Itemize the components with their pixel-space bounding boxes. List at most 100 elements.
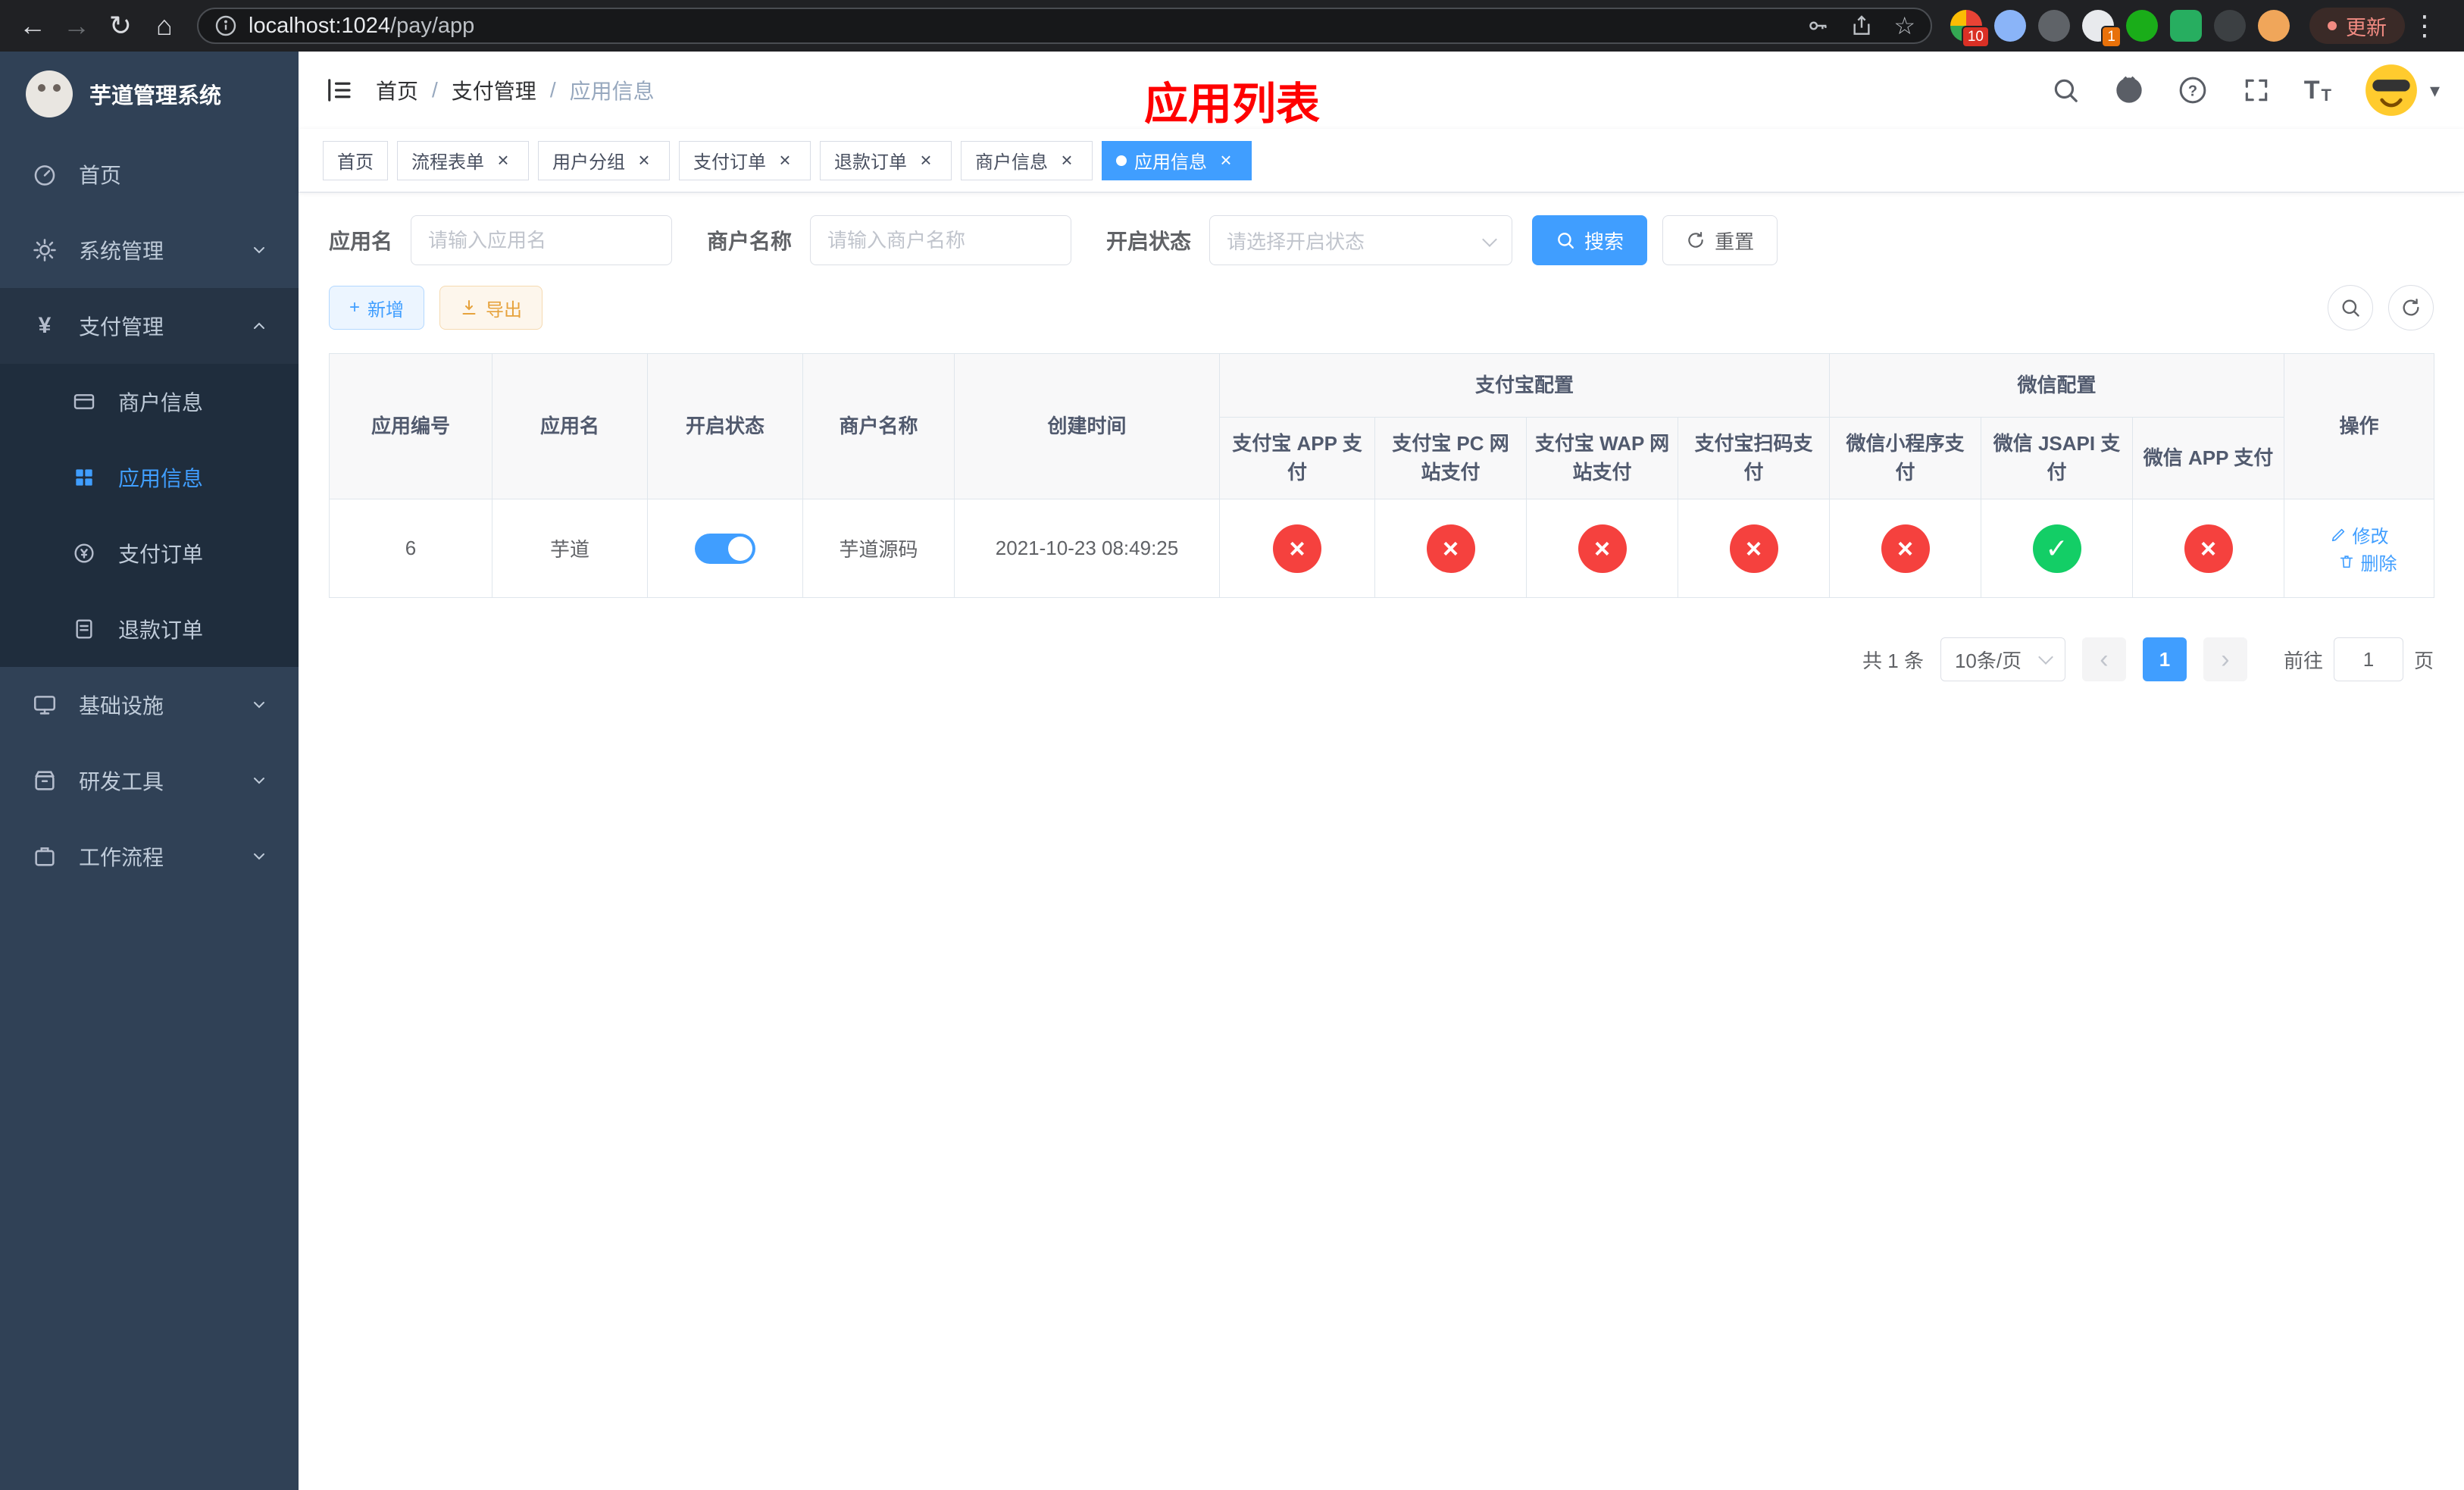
sidebar-item-refund-order[interactable]: 退款订单 xyxy=(0,591,299,667)
font-size-icon[interactable]: TT xyxy=(2304,76,2331,105)
extension-icon-1[interactable]: 10 xyxy=(1950,10,1990,48)
bookmark-star-icon[interactable]: ☆ xyxy=(1893,11,1915,40)
delete-link[interactable]: 删除 xyxy=(2338,549,2397,575)
tab-pay-order[interactable]: 支付订单 × xyxy=(679,140,811,180)
tab-merchant-info[interactable]: 商户信息 × xyxy=(961,140,1093,180)
extension-icon-8[interactable] xyxy=(2258,10,2290,42)
breadcrumb-home[interactable]: 首页 xyxy=(376,75,418,105)
alipay-pc-status-icon: × xyxy=(1426,524,1475,573)
sidebar-item-label: 商户信息 xyxy=(118,391,204,415)
goto-page-input[interactable] xyxy=(2333,637,2403,681)
tab-close-icon[interactable]: × xyxy=(915,149,937,172)
site-info-icon[interactable] xyxy=(214,14,238,38)
sidebar-item-pay-order[interactable]: 支付订单 xyxy=(0,515,299,591)
browser-reload-icon[interactable]: ↻ xyxy=(100,5,141,46)
cell-status xyxy=(647,499,803,598)
tab-label: 用户分组 xyxy=(552,152,625,173)
sidebar-item-merchant-info[interactable]: 商户信息 xyxy=(0,364,299,440)
tab-close-icon[interactable]: × xyxy=(1215,149,1237,172)
extension-icon-3[interactable] xyxy=(2038,10,2070,42)
sidebar-item-payment[interactable]: ¥ 支付管理 xyxy=(0,288,299,364)
sidebar-item-workflow[interactable]: 工作流程 xyxy=(0,819,299,894)
tab-home[interactable]: 首页 xyxy=(323,140,388,180)
sidebar-fold-icon[interactable] xyxy=(323,74,355,106)
breadcrumb-payment[interactable]: 支付管理 xyxy=(452,75,536,105)
browser-menu-icon[interactable]: ⋮ xyxy=(2408,10,2441,42)
trash-icon xyxy=(2340,556,2353,568)
user-menu[interactable]: ▾ xyxy=(2363,62,2440,118)
app-name-input[interactable] xyxy=(411,215,673,265)
tab-close-icon[interactable]: × xyxy=(1055,149,1078,172)
export-button[interactable]: 导出 xyxy=(439,286,543,330)
top-navbar: 首页 / 支付管理 / 应用信息 ? T T ▾ xyxy=(299,52,2464,129)
sidebar-item-label: 支付订单 xyxy=(118,543,204,566)
tab-user-group[interactable]: 用户分组 × xyxy=(538,140,670,180)
active-dot-icon xyxy=(1116,155,1127,166)
goto-suffix: 页 xyxy=(2413,649,2434,672)
status-toggle[interactable] xyxy=(695,533,755,564)
help-icon[interactable]: ? xyxy=(2177,74,2209,106)
extension-icon-4[interactable]: 1 xyxy=(2082,10,2122,48)
browser-update-button[interactable]: 更新 xyxy=(2309,8,2405,44)
tab-close-icon[interactable]: × xyxy=(774,149,796,172)
search-button[interactable]: 搜索 xyxy=(1532,215,1648,265)
extension-icon-5[interactable] xyxy=(2126,10,2158,42)
tab-refund-order[interactable]: 退款订单 × xyxy=(820,140,952,180)
table-toolbar: + 新增 导出 xyxy=(329,285,2434,330)
chevron-down-icon xyxy=(250,847,268,866)
filter-form: 应用名 商户名称 开启状态 请选择开启状态 搜索 xyxy=(329,215,2434,265)
add-button[interactable]: + 新增 xyxy=(329,286,425,330)
tab-app-info[interactable]: 应用信息 × xyxy=(1102,140,1252,180)
cell-merchant: 芋道源码 xyxy=(802,499,955,598)
extension-icon-2[interactable] xyxy=(1994,10,2026,42)
wechat-app-status-icon: × xyxy=(2184,524,2233,573)
sidebar-item-home[interactable]: 首页 xyxy=(0,136,299,212)
sidebar-item-label: 研发工具 xyxy=(79,770,164,794)
cell-app-id: 6 xyxy=(329,499,492,598)
status-select[interactable]: 请选择开启状态 xyxy=(1209,215,1513,265)
search-icon[interactable] xyxy=(2050,74,2081,106)
prev-page-button[interactable]: ‹ xyxy=(2081,637,2126,681)
col-header-wechat-mini: 微信小程序支付 xyxy=(1829,417,1982,499)
page-number-button[interactable]: 1 xyxy=(2142,637,2187,681)
wechat-mini-status-icon: × xyxy=(1881,524,1930,573)
address-bar[interactable]: localhost:1024/pay/app ☆ xyxy=(197,8,1932,44)
chevron-down-icon xyxy=(1482,232,1497,247)
toggle-search-button[interactable] xyxy=(2328,285,2373,330)
browser-forward-icon[interactable]: → xyxy=(56,5,97,46)
browser-back-icon[interactable]: ← xyxy=(12,5,53,46)
tab-close-icon[interactable]: × xyxy=(492,149,514,172)
app-table: 应用编号 应用名 开启状态 商户名称 创建时间 支付宝配置 微信配置 操作 支付… xyxy=(329,353,2435,598)
update-dot-icon xyxy=(2328,21,2337,30)
sidebar-logo[interactable]: 芋道管理系统 xyxy=(0,52,299,136)
merchant-name-input[interactable] xyxy=(810,215,1072,265)
sidebar-item-infrastructure[interactable]: 基础设施 xyxy=(0,667,299,743)
refresh-table-button[interactable] xyxy=(2388,285,2434,330)
extension-icon-6[interactable] xyxy=(2170,10,2202,42)
page-size-select[interactable]: 10条/页 xyxy=(1940,637,2065,681)
tab-flow-form[interactable]: 流程表单 × xyxy=(397,140,529,180)
col-header-alipay-qr: 支付宝扫码支付 xyxy=(1677,417,1831,499)
extension-icon-7[interactable] xyxy=(2214,10,2246,42)
sidebar-item-dev-tools[interactable]: 研发工具 xyxy=(0,743,299,819)
tab-close-icon[interactable]: × xyxy=(633,149,655,172)
search-icon xyxy=(2342,299,2359,317)
github-icon[interactable] xyxy=(2113,74,2145,106)
reset-button[interactable]: 重置 xyxy=(1662,215,1778,265)
col-header-merchant: 商户名称 xyxy=(802,353,955,499)
tab-label: 流程表单 xyxy=(411,152,484,173)
status-label: 开启状态 xyxy=(1106,230,1192,253)
table-row: 6 芋道 芋道源码 2021-10-23 08:49:25 × × × × × … xyxy=(329,499,2435,598)
fullscreen-icon[interactable] xyxy=(2240,74,2272,106)
sidebar-item-app-info[interactable]: 应用信息 xyxy=(0,440,299,515)
url-text[interactable]: localhost:1024/pay/app xyxy=(249,14,474,39)
browser-home-icon[interactable]: ⌂ xyxy=(144,5,185,46)
sidebar-item-system[interactable]: 系统管理 xyxy=(0,212,299,288)
cell-app-name: 芋道 xyxy=(492,499,648,598)
edit-link[interactable]: 修改 xyxy=(2330,521,2389,548)
password-key-icon[interactable] xyxy=(1806,14,1830,38)
next-page-button[interactable]: › xyxy=(2203,637,2247,681)
share-icon[interactable] xyxy=(1850,14,1874,38)
status-select-placeholder: 请选择开启状态 xyxy=(1227,230,1365,253)
page-content: 应用名 商户名称 开启状态 请选择开启状态 搜索 xyxy=(299,193,2464,1490)
